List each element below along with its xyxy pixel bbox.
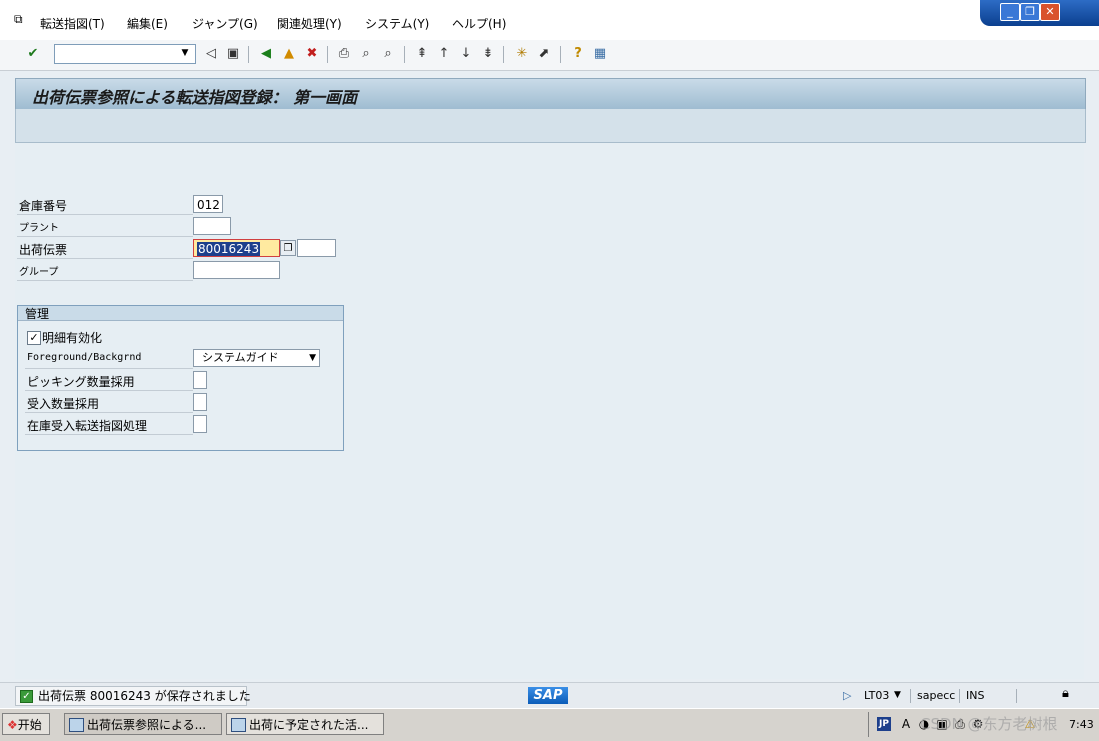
windows-logo-icon: ❖	[7, 718, 18, 732]
status-expand-icon[interactable]: ▷	[843, 689, 851, 702]
sap-logo: SAP	[528, 687, 568, 704]
status-message-text: 出荷伝票 80016243 が保存されました	[38, 689, 251, 703]
activate-items-checkbox[interactable]: ✓	[27, 331, 41, 345]
warehouse-label: 倉庫番号	[19, 199, 68, 213]
command-field[interactable]	[54, 44, 196, 64]
last-page-icon[interactable]: ⇟	[480, 46, 496, 62]
activate-items-label: 明細有効化	[42, 331, 103, 345]
menu-edit[interactable]: 編集(E)	[127, 15, 168, 32]
group-input[interactable]	[193, 261, 280, 279]
warehouse-input[interactable]: 012	[193, 195, 223, 213]
exit-icon[interactable]: ▲	[281, 46, 297, 62]
shortcut-icon[interactable]: ⬈	[536, 46, 552, 62]
task-label-1: 出荷伝票参照による...	[87, 718, 207, 732]
clock: 7:43	[1069, 718, 1094, 731]
menu-goto[interactable]: ジャンプ(G)	[192, 15, 258, 32]
system-menu-icon[interactable]: ⧉	[14, 12, 28, 26]
adopt-pick-qty-checkbox[interactable]	[193, 371, 207, 389]
application-toolbar	[15, 109, 1086, 143]
menu-transfer-order[interactable]: 転送指図(T)	[40, 15, 105, 32]
create-session-icon[interactable]: ✳	[514, 46, 530, 62]
save-icon[interactable]: ▣	[225, 46, 241, 62]
back-icon[interactable]: ◁	[203, 46, 219, 62]
prev-page-icon[interactable]: ↑	[436, 46, 452, 62]
copy-icon[interactable]: ❐	[280, 240, 296, 256]
delivery-label: 出荷伝票	[19, 243, 68, 257]
ime-icon[interactable]: A	[899, 717, 913, 731]
window-icon	[231, 718, 246, 732]
control-group-header: 管理	[18, 306, 343, 321]
taskbar: ❖开始 出荷伝票参照による... 出荷に予定された活... JP A ◑ ▣ ⎙…	[0, 708, 1099, 741]
back-green-icon[interactable]: ◀	[258, 46, 274, 62]
plant-input[interactable]	[193, 217, 231, 235]
window-icon	[69, 718, 84, 732]
transaction-dropdown-icon[interactable]: ▼	[894, 690, 901, 700]
insert-mode[interactable]: INS	[966, 689, 984, 702]
print-icon[interactable]: ⎙	[336, 46, 352, 62]
delivery-item-input[interactable]	[297, 239, 336, 257]
menu-help[interactable]: ヘルプ(H)	[452, 15, 506, 32]
fg-bg-label: Foreground/Backgrnd	[27, 352, 142, 363]
server-name: sapecc	[917, 689, 956, 702]
cancel-icon[interactable]: ✖	[304, 46, 320, 62]
fg-bg-dropdown[interactable]: システムガイド ▼	[193, 349, 320, 367]
first-page-icon[interactable]: ⇞	[414, 46, 430, 62]
fg-bg-value: システムガイド	[202, 351, 279, 364]
find-icon[interactable]: ⌕	[358, 46, 374, 62]
success-icon: ✓	[20, 690, 33, 703]
watermark: CSDN @东方老树根	[920, 715, 1058, 733]
help-icon[interactable]: ?	[570, 46, 586, 62]
start-label: 开始	[17, 718, 42, 732]
plant-label: プラント	[19, 223, 59, 234]
command-dropdown-icon[interactable]: ▼	[178, 45, 192, 61]
task-label-2: 出荷に予定された活...	[249, 718, 369, 732]
close-button[interactable]: ✕	[1040, 3, 1060, 21]
task-button-2[interactable]: 出荷に予定された活...	[226, 713, 384, 735]
restore-button[interactable]: ❐	[1020, 3, 1040, 21]
control-group-title: 管理	[25, 307, 50, 321]
stock-gr-to-checkbox[interactable]	[193, 415, 207, 433]
lock-icon[interactable]: 🔒︎	[1062, 686, 1069, 701]
task-button-1[interactable]: 出荷伝票参照による...	[64, 713, 222, 735]
adopt-gr-qty-checkbox[interactable]	[193, 393, 207, 411]
page-title: 出荷伝票参照による転送指図登録： 第一画面	[32, 88, 358, 107]
enter-icon[interactable]: ✔	[25, 46, 41, 62]
chevron-down-icon: ▼	[309, 353, 316, 363]
find-next-icon[interactable]: ⌕	[380, 46, 396, 62]
menu-system[interactable]: システム(Y)	[365, 15, 429, 32]
delivery-input[interactable]: 80016243	[193, 239, 280, 257]
start-button[interactable]: ❖开始	[2, 713, 50, 735]
stock-gr-to-label: 在庫受入転送指図処理	[27, 419, 148, 433]
status-bar: ✓ 出荷伝票 80016243 が保存されました SAP ▷ LT03 ▼ sa…	[0, 682, 1099, 709]
minimize-button[interactable]: _	[1000, 3, 1020, 21]
adopt-pick-qty-label: ピッキング数量採用	[27, 375, 135, 389]
window-controls: _ ❐ ✕	[980, 0, 1099, 26]
next-page-icon[interactable]: ↓	[458, 46, 474, 62]
customize-icon[interactable]: ▦	[592, 46, 608, 62]
group-label: グループ	[19, 267, 59, 278]
status-message[interactable]: ✓ 出荷伝票 80016243 が保存されました	[15, 686, 251, 706]
transaction-code[interactable]: LT03	[864, 689, 889, 702]
language-indicator[interactable]: JP	[877, 717, 891, 731]
menu-environment[interactable]: 関連処理(Y)	[277, 15, 342, 32]
menu-bar: ⧉ 転送指図(T) 編集(E) ジャンプ(G) 関連処理(Y) システム(Y) …	[0, 0, 1099, 41]
adopt-gr-qty-label: 受入数量採用	[27, 397, 100, 411]
title-bar: 出荷伝票参照による転送指図登録： 第一画面	[15, 78, 1086, 110]
